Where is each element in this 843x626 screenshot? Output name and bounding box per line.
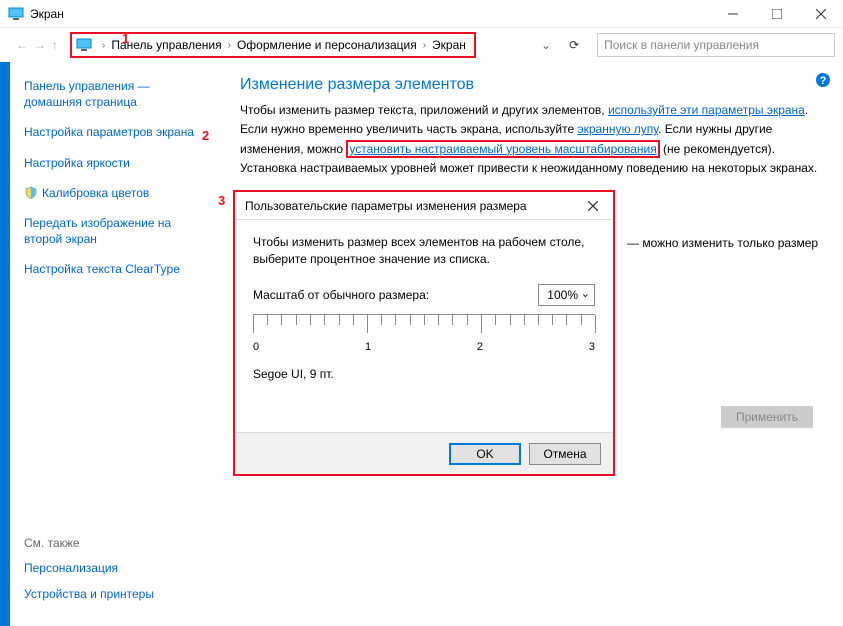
monitor-icon — [76, 37, 92, 53]
back-button[interactable]: ← — [16, 38, 28, 52]
refresh-button[interactable]: ⟳ — [561, 38, 587, 52]
breadcrumb-item[interactable]: Экран — [432, 38, 466, 52]
help-icon[interactable]: ? — [815, 72, 831, 88]
shield-icon — [24, 186, 38, 200]
maximize-button[interactable] — [755, 0, 799, 28]
sidebar-devices-printers[interactable]: Устройства и принтеры — [24, 586, 154, 602]
window-title: Экран — [30, 7, 711, 21]
chevron-right-icon: › — [228, 40, 231, 51]
breadcrumb-item[interactable]: Оформление и персонализация — [237, 38, 417, 52]
dialog-close-button[interactable] — [573, 192, 613, 220]
ok-button[interactable]: OK — [449, 443, 521, 465]
search-input[interactable]: Поиск в панели управления — [597, 33, 835, 57]
font-sample: Segoe UI, 9 пт. — [253, 367, 595, 381]
scale-select[interactable]: 100% — [538, 284, 595, 306]
link-display-settings[interactable]: используйте эти параметры экрана — [608, 103, 805, 117]
content-paragraph: Чтобы изменить размер текста, приложений… — [240, 102, 823, 119]
sidebar-item-brightness[interactable]: Настройка яркости — [24, 155, 206, 171]
sidebar-item-calibrate[interactable]: Калибровка цветов — [42, 185, 149, 201]
sidebar-item-display-settings[interactable]: Настройка параметров экрана — [24, 124, 206, 140]
content-paragraph: Установка настраиваемых уровней может пр… — [240, 160, 823, 177]
annotation-2: 2 — [202, 128, 209, 143]
ruler-labels: 0 1 2 3 — [253, 341, 595, 353]
address-dropdown[interactable]: ⌄ — [535, 38, 557, 52]
dialog-title: Пользовательские параметры изменения раз… — [245, 199, 527, 213]
link-custom-scale[interactable]: установить настраиваемый уровень масштаб… — [346, 140, 659, 158]
content-paragraph: изменения, можно установить настраиваемы… — [240, 141, 823, 158]
dialog-intro: Чтобы изменить размер всех элементов на … — [253, 234, 595, 268]
sidebar-item-project[interactable]: Передать изображение на второй экран — [24, 215, 206, 247]
link-magnifier[interactable]: экранную лупу — [578, 122, 659, 136]
left-edge-bar — [0, 62, 10, 626]
up-button[interactable]: ↑ — [52, 38, 58, 52]
custom-scale-dialog: Пользовательские параметры изменения раз… — [233, 190, 615, 476]
page-heading: Изменение размера элементов — [240, 76, 823, 94]
sidebar-item-cleartype[interactable]: Настройка текста ClearType — [24, 261, 206, 277]
annotation-1: 1 — [122, 31, 129, 46]
sidebar-home[interactable]: Панель управления — домашняя страница — [24, 78, 206, 110]
apply-button[interactable]: Применить — [721, 406, 813, 428]
ruler-control[interactable] — [253, 314, 595, 339]
annotation-3: 3 — [218, 193, 225, 208]
chevron-right-icon: › — [423, 40, 426, 51]
close-button[interactable] — [799, 0, 843, 28]
content-text-fragment: — можно изменить только размер — [627, 236, 818, 250]
see-also-heading: См. также — [24, 536, 154, 550]
svg-text:?: ? — [820, 75, 827, 87]
monitor-icon — [8, 6, 24, 22]
forward-button[interactable]: → — [34, 38, 46, 52]
scale-label: Масштаб от обычного размера: — [253, 288, 429, 302]
minimize-button[interactable] — [711, 0, 755, 28]
cancel-button[interactable]: Отмена — [529, 443, 601, 465]
breadcrumb-bar[interactable]: › Панель управления › Оформление и персо… — [70, 32, 476, 58]
chevron-right-icon: › — [102, 40, 105, 51]
sidebar-personalization[interactable]: Персонализация — [24, 560, 154, 576]
content-paragraph: Если нужно временно увеличить часть экра… — [240, 121, 823, 138]
